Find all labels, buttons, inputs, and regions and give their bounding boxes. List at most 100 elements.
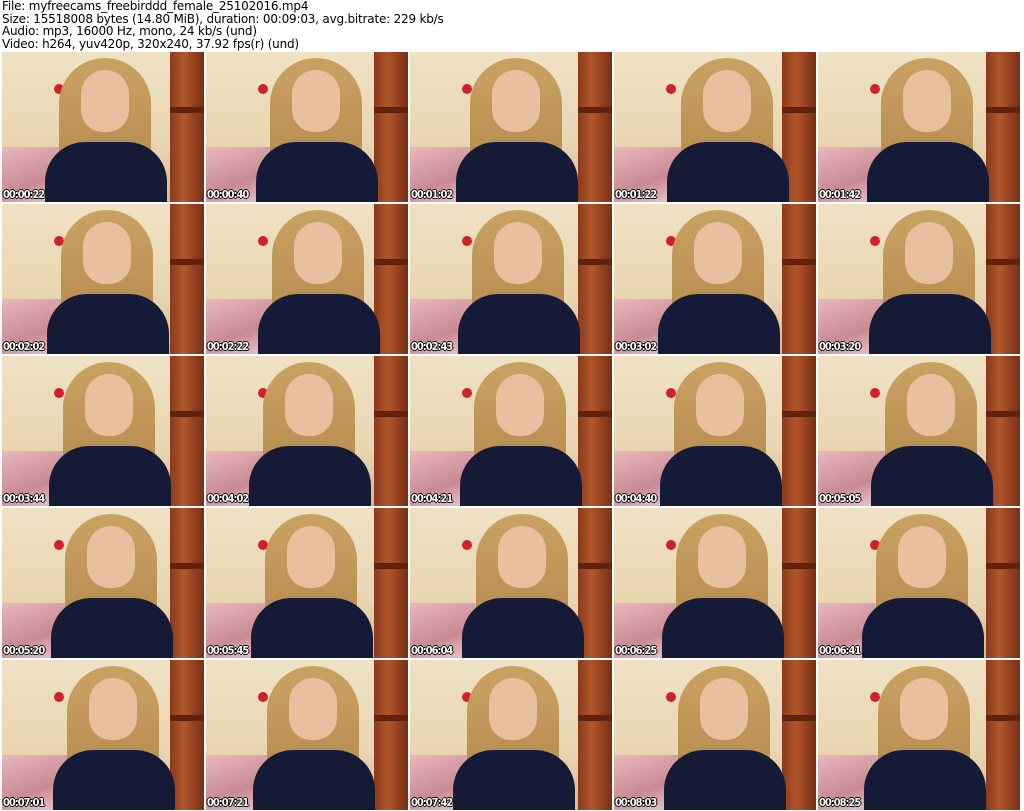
scene-figure-body xyxy=(256,142,378,202)
scene-figure-body xyxy=(658,294,780,354)
video-thumbnail: 00:04:02 xyxy=(206,356,408,506)
scene-figure-face xyxy=(898,526,946,588)
video-thumbnail: 00:02:22 xyxy=(206,204,408,354)
thumbnail-timestamp: 00:03:44 xyxy=(3,492,45,505)
scene-figure-body xyxy=(458,294,580,354)
scene-shelf xyxy=(986,508,1020,658)
scene-figure-body xyxy=(49,446,171,506)
scene-figure-face xyxy=(489,678,537,740)
scene-figure-body xyxy=(462,598,584,658)
scene-shelf xyxy=(170,660,204,810)
thumbnail-timestamp: 00:06:25 xyxy=(615,644,657,657)
scene-flower xyxy=(462,388,472,398)
scene-figure-body xyxy=(862,598,984,658)
audio-info-line: Audio: mp3, 16000 Hz, mono, 24 kb/s (und… xyxy=(2,24,257,38)
video-thumbnail: 00:08:25 xyxy=(818,660,1020,810)
thumbnail-timestamp: 00:04:21 xyxy=(411,492,453,505)
scene-flower xyxy=(462,236,472,246)
video-thumbnail: 00:02:43 xyxy=(410,204,612,354)
scene-figure-face xyxy=(89,678,137,740)
thumbnail-timestamp: 00:05:20 xyxy=(3,644,45,657)
video-thumbnail: 00:02:02 xyxy=(2,204,204,354)
scene-figure-body xyxy=(667,142,789,202)
video-thumbnail: 00:06:04 xyxy=(410,508,612,658)
scene-flower xyxy=(462,540,472,550)
scene-figure-body xyxy=(45,142,167,202)
scene-flower xyxy=(870,236,880,246)
video-thumbnail: 00:01:22 xyxy=(614,52,816,202)
scene-shelf xyxy=(374,660,408,810)
scene-figure-body xyxy=(453,750,575,810)
scene-flower xyxy=(258,236,268,246)
file-info-header: File: myfreecams_freebirddd_female_25102… xyxy=(2,0,444,50)
thumbnail-timestamp: 00:00:40 xyxy=(207,188,249,201)
scene-figure-body xyxy=(258,294,380,354)
scene-figure-face xyxy=(703,70,751,132)
video-thumbnail: 00:01:42 xyxy=(818,52,1020,202)
scene-figure-body xyxy=(867,142,989,202)
thumbnail-timestamp: 00:02:02 xyxy=(3,340,45,353)
scene-figure-face xyxy=(492,70,540,132)
video-thumbnail: 00:05:20 xyxy=(2,508,204,658)
scene-figure-body xyxy=(51,598,173,658)
scene-figure-face xyxy=(696,374,744,436)
video-thumbnail: 00:04:40 xyxy=(614,356,816,506)
video-thumbnail: 00:00:22 xyxy=(2,52,204,202)
thumbnail-timestamp: 00:01:42 xyxy=(819,188,861,201)
thumbnail-timestamp: 00:08:25 xyxy=(819,796,861,809)
scene-figure-face xyxy=(285,374,333,436)
scene-figure-face xyxy=(900,678,948,740)
scene-flower xyxy=(870,84,880,94)
thumbnail-timestamp: 00:02:43 xyxy=(411,340,453,353)
scene-flower xyxy=(666,692,676,702)
thumbnail-timestamp: 00:01:02 xyxy=(411,188,453,201)
scene-figure-body xyxy=(664,750,786,810)
scene-shelf xyxy=(578,356,612,506)
file-name-line: File: myfreecams_freebirddd_female_25102… xyxy=(2,0,309,13)
scene-figure-body xyxy=(53,750,175,810)
scene-shelf xyxy=(782,508,816,658)
thumbnail-timestamp: 00:07:21 xyxy=(207,796,249,809)
scene-shelf xyxy=(374,508,408,658)
scene-shelf xyxy=(578,204,612,354)
scene-shelf xyxy=(578,52,612,202)
scene-shelf xyxy=(374,52,408,202)
scene-figure-face xyxy=(81,70,129,132)
thumbnail-timestamp: 00:00:22 xyxy=(3,188,45,201)
scene-figure-body xyxy=(456,142,578,202)
video-thumbnail: 00:08:03 xyxy=(614,660,816,810)
video-thumbnail: 00:05:05 xyxy=(818,356,1020,506)
scene-flower xyxy=(258,84,268,94)
thumbnail-timestamp: 00:07:01 xyxy=(3,796,45,809)
scene-figure-face xyxy=(903,70,951,132)
scene-shelf xyxy=(782,204,816,354)
scene-figure-face xyxy=(294,222,342,284)
video-thumbnail: 00:05:45 xyxy=(206,508,408,658)
scene-figure-body xyxy=(253,750,375,810)
scene-figure-face xyxy=(289,678,337,740)
scene-shelf xyxy=(170,356,204,506)
thumbnail-timestamp: 00:06:41 xyxy=(819,644,861,657)
scene-shelf xyxy=(578,660,612,810)
video-thumbnail: 00:03:02 xyxy=(614,204,816,354)
thumbnail-timestamp: 00:05:05 xyxy=(819,492,861,505)
video-thumbnail: 00:07:01 xyxy=(2,660,204,810)
scene-figure-face xyxy=(85,374,133,436)
scene-figure-face xyxy=(700,678,748,740)
scene-flower xyxy=(54,692,64,702)
scene-flower xyxy=(258,692,268,702)
scene-shelf xyxy=(170,204,204,354)
scene-flower xyxy=(870,388,880,398)
scene-figure-face xyxy=(694,222,742,284)
scene-figure-body xyxy=(864,750,986,810)
scene-flower xyxy=(666,84,676,94)
video-thumbnail: 00:06:41 xyxy=(818,508,1020,658)
scene-figure-body xyxy=(460,446,582,506)
video-thumbnail: 00:04:21 xyxy=(410,356,612,506)
scene-figure-face xyxy=(698,526,746,588)
thumbnail-timestamp: 00:03:20 xyxy=(819,340,861,353)
thumbnail-timestamp: 00:08:03 xyxy=(615,796,657,809)
scene-flower xyxy=(54,388,64,398)
thumbnail-timestamp: 00:06:04 xyxy=(411,644,453,657)
scene-figure-body xyxy=(249,446,371,506)
